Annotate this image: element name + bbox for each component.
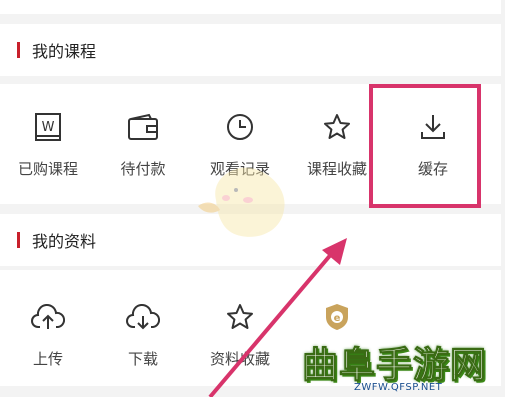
watermark-title: 曲阜手游网 [301, 345, 488, 387]
site-watermark-logo: 曲阜手游网 ZWFW.QFSP.NET [296, 336, 502, 397]
watermark-url: ZWFW.QFSP.NET [354, 382, 443, 393]
